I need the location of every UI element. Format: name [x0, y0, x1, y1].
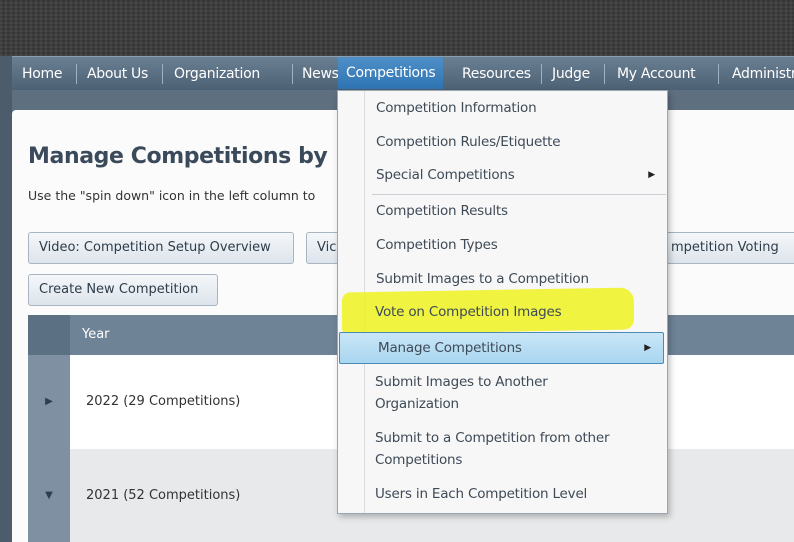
- menu-item-submit-to-another-organization[interactable]: Submit Images to Another Organization: [337, 371, 666, 415]
- nav-divider: [292, 64, 293, 84]
- nav-news[interactable]: News: [302, 57, 339, 91]
- year-group-label: 2022 (29 Competitions): [86, 394, 241, 409]
- nav-judge[interactable]: Judge: [552, 57, 590, 91]
- nav-my-account[interactable]: My Account: [617, 57, 696, 91]
- nav-administration[interactable]: Administra: [732, 57, 794, 91]
- menu-item-vote-on-competition-images[interactable]: Vote on Competition Images: [337, 301, 666, 323]
- menu-item-manage-competitions[interactable]: Manage Competitions ▶: [339, 332, 664, 364]
- nav-divider: [162, 64, 163, 84]
- nav-resources[interactable]: Resources: [462, 57, 531, 91]
- nav-competitions[interactable]: Competitions: [338, 57, 444, 89]
- nav-home[interactable]: Home: [22, 57, 62, 91]
- site-header-banner: [0, 0, 794, 56]
- nav-organization[interactable]: Organization: [174, 57, 260, 91]
- menu-item-users-in-each-level[interactable]: Users in Each Competition Level: [337, 483, 666, 505]
- nav-divider: [718, 64, 719, 84]
- main-nav-bar: Home About Us Organization News Competit…: [12, 56, 794, 90]
- menu-item-submit-from-other-competitions[interactable]: Submit to a Competition from other Compe…: [337, 427, 666, 471]
- nav-divider: [604, 64, 605, 84]
- menu-item-label: Submit to a Competition from other Compe…: [375, 430, 610, 468]
- nav-about-us[interactable]: About Us: [87, 57, 148, 91]
- chevron-right-icon: ▶: [644, 343, 651, 353]
- caret-down-icon[interactable]: ▼: [28, 488, 70, 504]
- menu-item-label: Vote on Competition Images: [375, 304, 562, 320]
- caret-right-icon[interactable]: ▶: [28, 394, 70, 410]
- page-title: Manage Competitions by: [28, 144, 328, 169]
- nav-divider: [76, 64, 77, 84]
- row-expander[interactable]: ▼: [28, 449, 70, 542]
- page-instructions: Use the "spin down" icon in the left col…: [28, 188, 316, 203]
- nav-divider: [541, 64, 542, 84]
- year-group-label: 2021 (52 Competitions): [86, 488, 241, 503]
- menu-item-label: Submit Images to Another Organization: [375, 374, 548, 412]
- menu-item-label: Users in Each Competition Level: [375, 486, 588, 502]
- competition-voting-button[interactable]: mpetition Voting: [652, 232, 794, 264]
- year-column-header[interactable]: Year: [82, 315, 110, 355]
- row-expander[interactable]: ▶: [28, 355, 70, 449]
- video-setup-overview-button[interactable]: Video: Competition Setup Overview: [28, 232, 294, 264]
- menu-item-label: Manage Competitions: [378, 340, 522, 356]
- left-border: [0, 56, 12, 542]
- competitions-dropdown-menu-overlay: Vote on Competition Images Manage Compet…: [337, 90, 668, 514]
- grid-expander-header: [28, 315, 70, 355]
- create-new-competition-button[interactable]: Create New Competition: [28, 274, 218, 306]
